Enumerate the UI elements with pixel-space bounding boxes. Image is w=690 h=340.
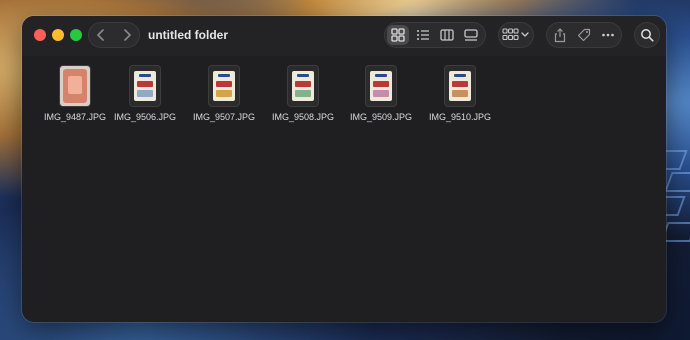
share-icon — [554, 28, 566, 43]
minimize-button[interactable] — [52, 29, 64, 41]
file-thumbnail — [366, 66, 396, 106]
file-thumbnail — [288, 66, 318, 106]
column-view-button[interactable] — [436, 25, 458, 45]
file-name: IMG_9506.JPG — [113, 112, 177, 122]
file-name: IMG_9509.JPG — [349, 112, 413, 122]
icon-view-icon — [391, 28, 405, 42]
back-button[interactable] — [88, 22, 114, 48]
file-item[interactable]: IMG_9487.JPG — [36, 62, 114, 132]
file-item[interactable]: IMG_9510.JPG — [421, 62, 499, 132]
wallpaper-hex — [664, 172, 690, 192]
file-thumbnail — [445, 66, 475, 106]
list-view-icon — [417, 30, 429, 40]
actions-group — [546, 22, 622, 48]
file-name: IMG_9508.JPG — [271, 112, 335, 122]
forward-button[interactable] — [114, 22, 140, 48]
group-icon — [502, 28, 529, 41]
gallery-view-button[interactable] — [460, 25, 482, 45]
column-view-icon — [440, 29, 454, 41]
icon-view-button[interactable] — [387, 25, 409, 45]
navigation-group — [88, 22, 140, 48]
window-title: untitled folder — [148, 28, 228, 42]
view-mode-group — [384, 22, 486, 48]
more-button[interactable] — [596, 22, 620, 48]
group-button[interactable] — [498, 22, 534, 48]
maximize-button[interactable] — [70, 29, 82, 41]
finder-window: untitled folder IMG_9487.JPG IMG_9506.JP… — [22, 16, 666, 322]
share-button[interactable] — [548, 22, 572, 48]
file-thumbnail — [130, 66, 160, 106]
close-button[interactable] — [34, 29, 46, 41]
more-icon — [602, 33, 614, 37]
file-thumbnail — [209, 66, 239, 106]
tag-button[interactable] — [572, 22, 596, 48]
tag-icon — [577, 28, 591, 42]
toolbar: untitled folder — [22, 16, 666, 56]
file-item[interactable]: IMG_9508.JPG — [264, 62, 342, 132]
file-item[interactable]: IMG_9509.JPG — [342, 62, 420, 132]
file-grid: IMG_9487.JPG IMG_9506.JPG IMG_9507.JPG I… — [22, 56, 666, 322]
file-item[interactable]: IMG_9507.JPG — [185, 62, 263, 132]
chevron-left-icon — [97, 29, 104, 41]
file-item[interactable]: IMG_9506.JPG — [106, 62, 184, 132]
file-name: IMG_9510.JPG — [428, 112, 492, 122]
search-button[interactable] — [634, 22, 660, 48]
search-icon — [641, 29, 654, 42]
file-name: IMG_9507.JPG — [192, 112, 256, 122]
gallery-view-icon — [464, 29, 478, 41]
list-view-button[interactable] — [412, 25, 434, 45]
file-name: IMG_9487.JPG — [43, 112, 107, 122]
file-thumbnail — [60, 66, 90, 106]
chevron-right-icon — [124, 29, 131, 41]
